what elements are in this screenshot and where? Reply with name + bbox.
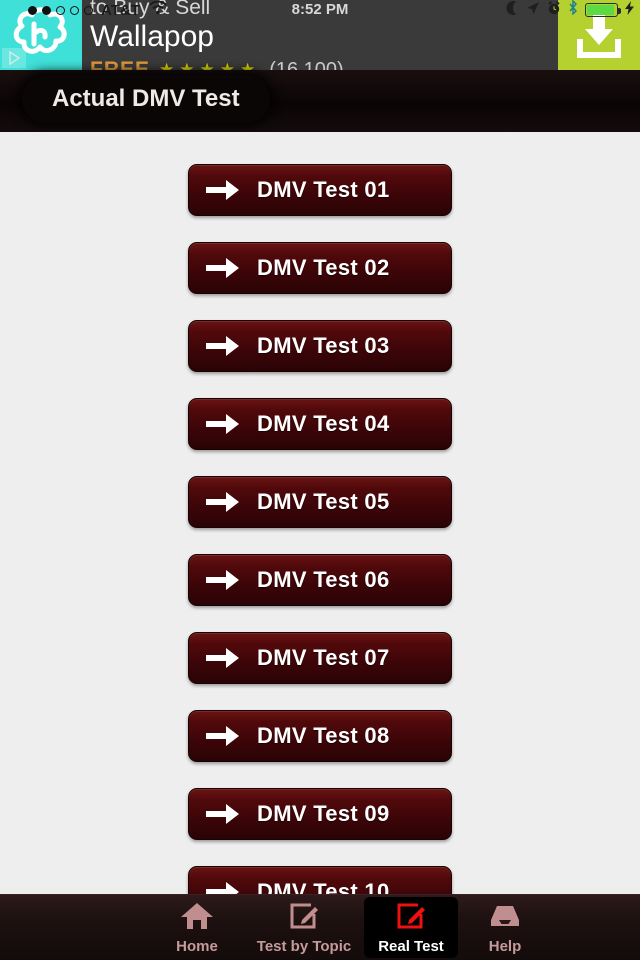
test-button-label: DMV Test 02 — [257, 255, 390, 280]
arrow-right-icon — [189, 568, 257, 592]
app-screen: to Buy & Sell Wallapop FREE ★★★★★ (16,10… — [0, 0, 640, 960]
tab-home[interactable]: Home — [150, 895, 244, 960]
google-play-badge-icon — [2, 48, 26, 68]
test-button-label: DMV Test 03 — [257, 333, 390, 358]
test-button-label: DMV Test 08 — [257, 723, 390, 748]
arrow-right-icon — [189, 646, 257, 670]
test-button-label: DMV Test 10 — [257, 879, 390, 894]
test-button[interactable]: DMV Test 02 — [188, 242, 452, 294]
test-button-label: DMV Test 01 — [257, 177, 390, 202]
tab-bar[interactable]: Home Test by Topic Real Test Help — [0, 894, 640, 960]
compose-pencil-icon — [287, 901, 321, 936]
tab-help-label: Help — [488, 937, 522, 955]
arrow-right-icon — [189, 802, 257, 826]
page-title-pill: Actual DMV Test — [22, 75, 270, 123]
arrow-right-icon — [189, 412, 257, 436]
ad-app-title: Wallapop — [90, 20, 214, 53]
test-button[interactable]: DMV Test 03 — [188, 320, 452, 372]
tab-home-label: Home — [176, 937, 218, 955]
ad-rating-stars: ★★★★★ — [159, 60, 261, 70]
tab-bar-left-spacer — [0, 895, 150, 960]
arrow-right-icon — [189, 178, 257, 202]
ad-price-label: FREE — [90, 58, 151, 70]
home-icon — [180, 901, 214, 936]
test-button[interactable]: DMV Test 05 — [188, 476, 452, 528]
ad-tagline: to Buy & Sell — [90, 0, 211, 19]
test-button[interactable]: DMV Test 01 — [188, 164, 452, 216]
tab-real-test-label: Real Test — [378, 937, 444, 955]
arrow-right-icon — [189, 490, 257, 514]
test-button[interactable]: DMV Test 04 — [188, 398, 452, 450]
ad-banner[interactable]: to Buy & Sell Wallapop FREE ★★★★★ (16,10… — [0, 0, 640, 70]
page-title: Actual DMV Test — [52, 85, 240, 112]
test-button-label: DMV Test 05 — [257, 489, 390, 514]
ad-meta-row: FREE ★★★★★ (16,100) — [90, 58, 344, 70]
test-button[interactable]: DMV Test 08 — [188, 710, 452, 762]
tab-bar-right-spacer — [552, 895, 640, 960]
test-button-label: DMV Test 04 — [257, 411, 390, 436]
arrow-right-icon — [189, 724, 257, 748]
test-button[interactable]: DMV Test 07 — [188, 632, 452, 684]
tab-test-by-topic[interactable]: Test by Topic — [244, 895, 364, 960]
ad-app-icon[interactable] — [0, 0, 82, 70]
download-icon — [577, 13, 621, 58]
test-button[interactable]: DMV Test 06 — [188, 554, 452, 606]
arrow-right-icon — [189, 256, 257, 280]
test-button[interactable]: DMV Test 10 — [188, 866, 452, 894]
tab-test-by-topic-label: Test by Topic — [256, 937, 352, 955]
test-button-label: DMV Test 06 — [257, 567, 390, 592]
tab-real-test[interactable]: Real Test — [364, 897, 458, 958]
arrow-right-icon — [189, 880, 257, 894]
test-list[interactable]: DMV Test 01 DMV Test 02 DMV Test 03 DMV Tes… — [0, 132, 640, 894]
compose-pencil-icon — [394, 901, 428, 936]
ad-download-button[interactable] — [558, 0, 640, 70]
tab-help[interactable]: Help — [458, 895, 552, 960]
test-button-label: DMV Test 07 — [257, 645, 390, 670]
ad-review-count: (16,100) — [269, 58, 344, 71]
arrow-right-icon — [189, 334, 257, 358]
ad-text-block: to Buy & Sell Wallapop FREE ★★★★★ (16,10… — [90, 0, 490, 70]
test-button[interactable]: DMV Test 09 — [188, 788, 452, 840]
test-button-label: DMV Test 09 — [257, 801, 390, 826]
inbox-tray-icon — [488, 901, 522, 936]
nav-header: Actual DMV Test — [0, 70, 640, 132]
